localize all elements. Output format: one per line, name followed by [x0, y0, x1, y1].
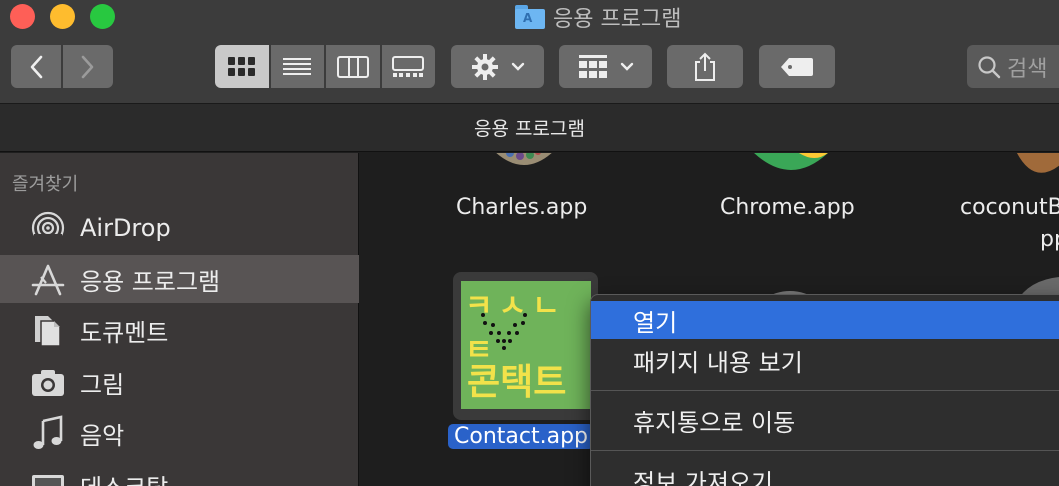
tags-button[interactable] — [759, 45, 835, 88]
search-field[interactable]: 검색 — [967, 45, 1059, 88]
contact-app-label[interactable]: Contact.app — [448, 424, 594, 449]
sidebar-item-label: 그림 — [80, 370, 125, 399]
sidebar: 즐겨찾기 AirDrop 응용 프로그램 도큐멘트 그림 음악 — [0, 153, 359, 486]
sidebar-item-documents[interactable]: 도큐멘트 — [0, 306, 359, 354]
context-menu-separator — [591, 390, 1059, 391]
share-button[interactable] — [667, 45, 743, 88]
chevron-down-icon — [511, 62, 524, 71]
chrome-app-label[interactable]: Chrome.app — [720, 195, 855, 220]
context-menu-open[interactable]: 열기 — [591, 301, 1059, 339]
context-menu-show-package-contents[interactable]: 패키지 내용 보기 — [591, 341, 1059, 379]
group-grid-icon — [578, 54, 607, 78]
window-title-text: 응용 프로그램 — [553, 7, 682, 32]
grid-icon — [227, 56, 255, 76]
contact-app-icon[interactable]: ㅋㅅㄴㅌ 콘택트 — [461, 281, 591, 409]
charles-app-label[interactable]: Charles.app — [456, 195, 587, 220]
coconutbattery-app-label[interactable]: coconutB — [960, 195, 1059, 220]
sidebar-item-applications[interactable]: 응용 프로그램 — [0, 255, 359, 303]
search-placeholder: 검색 — [1007, 56, 1048, 82]
chevron-right-icon — [81, 55, 94, 78]
list-view-button[interactable] — [270, 45, 324, 88]
column-view-button[interactable] — [326, 45, 380, 88]
applications-folder-icon: A — [515, 5, 545, 29]
view-mode-segmented-control — [215, 45, 435, 88]
desktop-icon — [30, 467, 66, 486]
sidebar-header-favorites: 즐겨찾기 — [12, 174, 79, 195]
path-bar: 응용 프로그램 — [0, 104, 1059, 152]
sidebar-item-music[interactable]: 음악 — [0, 409, 359, 457]
gallery-icon — [392, 55, 425, 77]
music-icon — [30, 415, 66, 451]
action-menu-button[interactable] — [451, 45, 544, 88]
pictures-icon — [30, 364, 66, 400]
gallery-view-button[interactable] — [381, 45, 435, 88]
coconutbattery-app-label-line2: pp — [1040, 227, 1059, 252]
contact-app-icon-selection[interactable]: ㅋㅅㄴㅌ 콘택트 — [453, 272, 598, 420]
sidebar-item-label: 데스크탑 — [80, 468, 168, 486]
gear-icon — [471, 53, 498, 80]
columns-icon — [336, 55, 369, 78]
chevron-down-icon — [620, 62, 633, 71]
airdrop-icon — [30, 210, 66, 246]
forward-button[interactable] — [63, 45, 113, 88]
search-icon — [978, 55, 1001, 78]
minimize-window-button[interactable] — [50, 4, 75, 29]
sidebar-item-airdrop[interactable]: AirDrop — [0, 204, 359, 252]
sidebar-item-desktop[interactable]: 데스크탑 — [0, 461, 359, 486]
charles-app-icon[interactable] — [488, 153, 560, 175]
maximize-window-button[interactable] — [90, 4, 115, 29]
icon-view-button[interactable] — [215, 45, 269, 88]
contact-icon-bottom-text: 콘택트 — [467, 362, 567, 403]
sidebar-item-label: 응용 프로그램 — [80, 267, 221, 296]
close-window-button[interactable] — [10, 4, 35, 29]
window-title: A 응용 프로그램 — [515, 2, 681, 32]
applications-icon — [30, 261, 66, 297]
window-toolbar: A 응용 프로그램 검색 — [0, 0, 1059, 104]
list-icon — [283, 57, 312, 75]
context-menu-separator — [591, 450, 1059, 451]
context-menu-move-to-trash[interactable]: 휴지통으로 이동 — [591, 401, 1059, 439]
sidebar-item-label: 도큐멘트 — [80, 318, 169, 347]
tag-icon — [781, 57, 813, 76]
current-folder-label: 응용 프로그램 — [474, 118, 585, 140]
funnel-dots-icon — [481, 313, 527, 350]
sidebar-item-pictures[interactable]: 그림 — [0, 358, 359, 406]
back-button[interactable] — [11, 45, 61, 88]
sidebar-item-label: AirDrop — [80, 214, 171, 242]
context-menu: 열기 패키지 내용 보기 휴지통으로 이동 정보 가져오기 — [590, 294, 1059, 486]
share-icon — [695, 52, 715, 81]
chevron-left-icon — [30, 55, 43, 78]
sidebar-item-label: 음악 — [80, 421, 125, 450]
context-menu-get-info[interactable]: 정보 가져오기 — [591, 461, 1059, 486]
chrome-app-icon[interactable] — [746, 153, 836, 171]
coconutbattery-app-icon[interactable] — [1012, 153, 1059, 173]
documents-icon — [30, 312, 66, 348]
group-by-button[interactable] — [559, 45, 652, 88]
